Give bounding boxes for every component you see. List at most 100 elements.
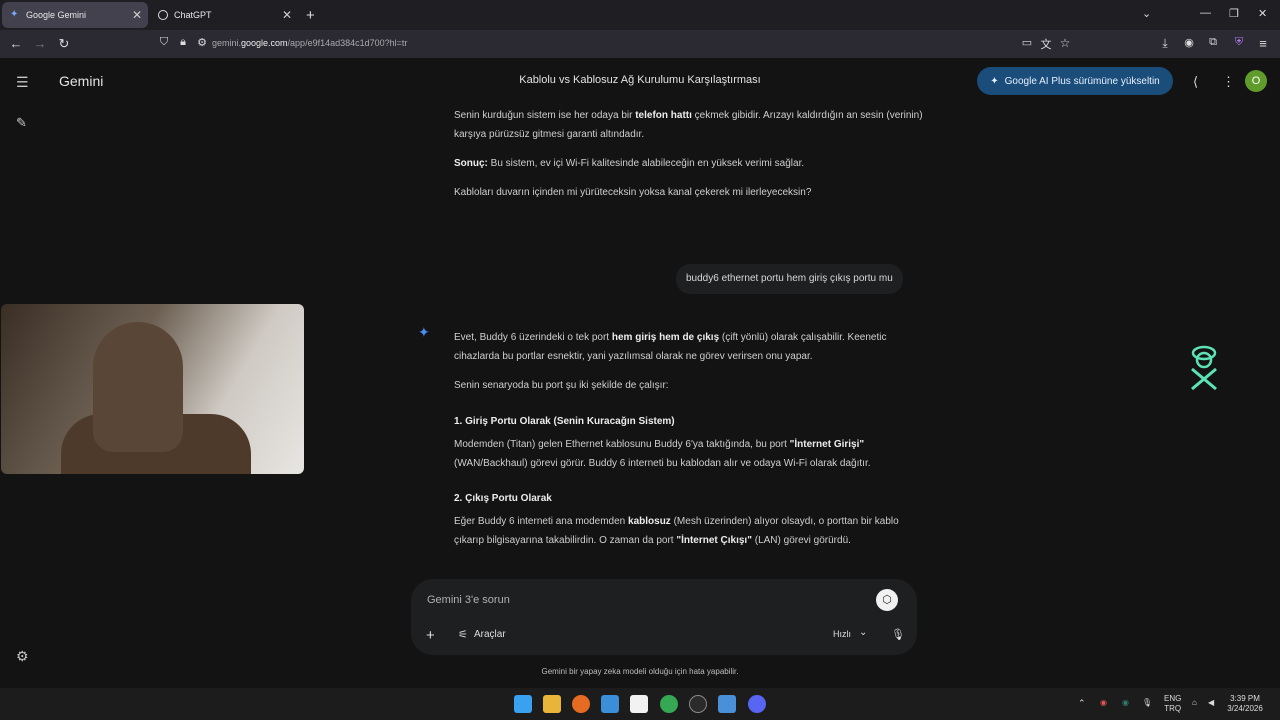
text-run: Senin kurduğun sistem ise her odaya bir [454, 110, 633, 121]
browser-navbar: ← → ↻ ⛉ 🔒︎ ⚙ gemini.google.com/app/e9f14… [0, 30, 1280, 58]
window-close-button[interactable]: ✕ [1258, 7, 1267, 20]
upgrade-button[interactable]: ✦ Google AI Plus sürümüne yükseltin [977, 67, 1173, 95]
browser-tabbar: ✦ Google Gemini ✕ ChatGPT ✕ + ⌄ — ❐ ✕ [0, 0, 1280, 30]
microphone-icon[interactable]: 🎙︎ [1142, 698, 1152, 708]
start-button-icon[interactable] [514, 695, 532, 713]
extensions-icon[interactable]: ⧉ [1205, 36, 1221, 49]
add-icon[interactable]: + [426, 627, 435, 644]
avatar[interactable]: O [1245, 70, 1267, 92]
steam-icon[interactable] [689, 695, 707, 713]
bookmark-star-icon[interactable]: ☆ [1057, 36, 1073, 50]
translate-icon[interactable]: 文 [1038, 36, 1054, 52]
new-tab-button[interactable]: + [306, 7, 315, 24]
gemini-favicon-icon: ✦ [10, 9, 19, 20]
new-chat-icon[interactable]: ✎ [16, 115, 27, 131]
tab-chatgpt[interactable]: ChatGPT ✕ [150, 2, 298, 28]
file-explorer-icon[interactable] [543, 695, 561, 713]
minimize-button[interactable]: — [1200, 7, 1211, 19]
chatgpt-favicon-icon [158, 10, 168, 20]
tray-app-icon[interactable]: ◉ [1122, 698, 1129, 708]
clock-date: 3/24/2026 [1227, 704, 1263, 713]
message-paragraph: Modemden (Titan) gelen Ethernet kablosun… [454, 435, 924, 473]
text-run: Modemden (Titan) gelen Ethernet kablosun… [454, 439, 787, 450]
section-heading: 1. Giriş Portu Olarak (Senin Kuracağın S… [454, 416, 675, 427]
text-run: Eğer Buddy 6 interneti ana modemden [454, 516, 626, 527]
sparkle-icon: ✦ [990, 75, 999, 87]
text-run-bold: Sonuç: [454, 158, 488, 169]
disclaimer: Gemini bir yapay zeka modeli olduğu için… [541, 667, 739, 676]
assistant-extension-icon[interactable]: ⬡ [876, 589, 898, 611]
tab-label: ChatGPT [174, 10, 212, 20]
clock-time: 3:39 PM [1230, 694, 1260, 703]
message-paragraph: Senin kurduğun sistem ise her odaya bir … [454, 106, 924, 144]
menu-icon[interactable]: ≡ [1255, 36, 1271, 51]
shield-icon[interactable]: ⛉ [156, 36, 172, 49]
chevron-up-icon[interactable]: ⌃ [1078, 698, 1086, 708]
text-run: (WAN/Backhaul) görevi görür. Buddy 6 int… [454, 458, 871, 469]
message-paragraph: Sonuç: Bu sistem, ev içi Wi-Fi kalitesin… [454, 154, 924, 173]
lock-icon[interactable]: 🔒︎ [175, 36, 191, 49]
text-run: (LAN) görevi görürdü. [754, 535, 851, 546]
message-paragraph: Kabloları duvarın içinden mi yürüteceksi… [454, 183, 924, 202]
windows-taskbar: ⌃ ◉ ◉ 🎙︎ ENG TRQ ⌂ ◀︎ 3:39 PM 3/24/2026 [0, 688, 1280, 720]
discord-icon[interactable] [748, 695, 766, 713]
message-paragraph: Evet, Buddy 6 üzerindeki o tek port hem … [454, 328, 924, 366]
text-run: Evet, Buddy 6 üzerindeki o tek port [454, 332, 610, 343]
person-face [93, 322, 183, 452]
url-domain: google.com [241, 38, 288, 48]
user-message-bubble: buddy6 ethernet portu hem giriş çıkış po… [676, 264, 903, 294]
close-icon[interactable]: ✕ [132, 8, 142, 22]
network-icon[interactable]: ⌂ [1192, 698, 1197, 708]
text-run-bold: hem giriş hem de çıkış [611, 332, 720, 343]
firefox-icon[interactable] [572, 695, 590, 713]
section-heading: 2. Çıkış Portu Olarak [454, 493, 552, 504]
account-icon[interactable]: ◉ [1181, 36, 1197, 49]
notion-icon[interactable] [630, 695, 648, 713]
list-all-tabs-icon[interactable]: ⌄ [1142, 7, 1151, 20]
tools-icon[interactable]: ⚟ [458, 628, 468, 641]
upgrade-label: Google AI Plus sürümüne yükseltin [1004, 75, 1160, 87]
close-icon[interactable]: ✕ [282, 8, 292, 22]
forward-icon[interactable]: → [32, 36, 48, 51]
prompt-box[interactable]: Gemini 3'e sorun ⬡ + ⚟ Araçlar Hızlı ⌄ 🎙… [411, 579, 917, 655]
url-path: /app/e9f14ad384c1d700?hl=tr [287, 38, 408, 48]
settings-gear-icon[interactable]: ⚙ [16, 648, 29, 665]
message-paragraph: Senin senaryoda bu port şu iki şekilde d… [454, 380, 669, 391]
lang-bottom: TRQ [1164, 704, 1182, 713]
tab-google-gemini[interactable]: ✦ Google Gemini ✕ [2, 2, 148, 28]
lang-top: ENG [1164, 694, 1182, 703]
message-paragraph: Eğer Buddy 6 interneti ana modemden kabl… [454, 512, 924, 550]
webcam-overlay [1, 304, 304, 474]
app-icon[interactable] [718, 695, 736, 713]
mascot-overlay-icon [1191, 345, 1217, 391]
language-indicator[interactable]: ENG TRQ [1164, 694, 1181, 714]
back-icon[interactable]: ← [8, 36, 24, 51]
tab-label: Google Gemini [26, 10, 87, 20]
tools-button[interactable]: Araçlar [474, 629, 506, 640]
microphone-icon[interactable]: 🎙︎ [891, 628, 905, 641]
chrome-icon[interactable] [660, 695, 678, 713]
permissions-icon[interactable]: ⚙ [194, 36, 210, 49]
volume-icon[interactable]: ◀︎ [1208, 698, 1214, 708]
downloads-icon[interactable]: ⤓ [1157, 36, 1173, 51]
text-run: Bu sistem, ev içi Wi-Fi kalitesinde alab… [490, 158, 805, 169]
gemini-spark-icon: ✦ [418, 324, 430, 340]
maximize-button[interactable]: ❐ [1229, 7, 1239, 20]
text-run-bold: "İnternet Çıkışı" [676, 535, 752, 546]
more-options-icon[interactable]: ⋮ [1222, 74, 1235, 90]
share-icon[interactable]: ⟨ [1193, 74, 1198, 90]
reload-icon[interactable]: ↻ [56, 36, 72, 52]
tray-app-icon[interactable]: ◉ [1100, 698, 1107, 708]
chevron-down-icon[interactable]: ⌄ [859, 627, 867, 638]
app-icon[interactable] [601, 695, 619, 713]
text-run-bold: "İnternet Girişi" [789, 439, 865, 450]
text-run-bold: telefon hattı [635, 110, 692, 121]
text-run: Kabloları duvarın içinden mi yürüteceksi… [454, 187, 812, 198]
prompt-input[interactable]: Gemini 3'e sorun [427, 594, 510, 606]
mode-selector[interactable]: Hızlı [833, 629, 851, 639]
clock[interactable]: 3:39 PM 3/24/2026 [1226, 694, 1264, 714]
address-bar[interactable]: gemini.google.com/app/e9f14ad384c1d700?h… [212, 38, 407, 48]
reader-view-icon[interactable]: ▭ [1019, 36, 1035, 49]
extension-shield-icon[interactable]: ⛨ [1231, 36, 1247, 49]
text-run-bold: kablosuz [628, 516, 671, 527]
